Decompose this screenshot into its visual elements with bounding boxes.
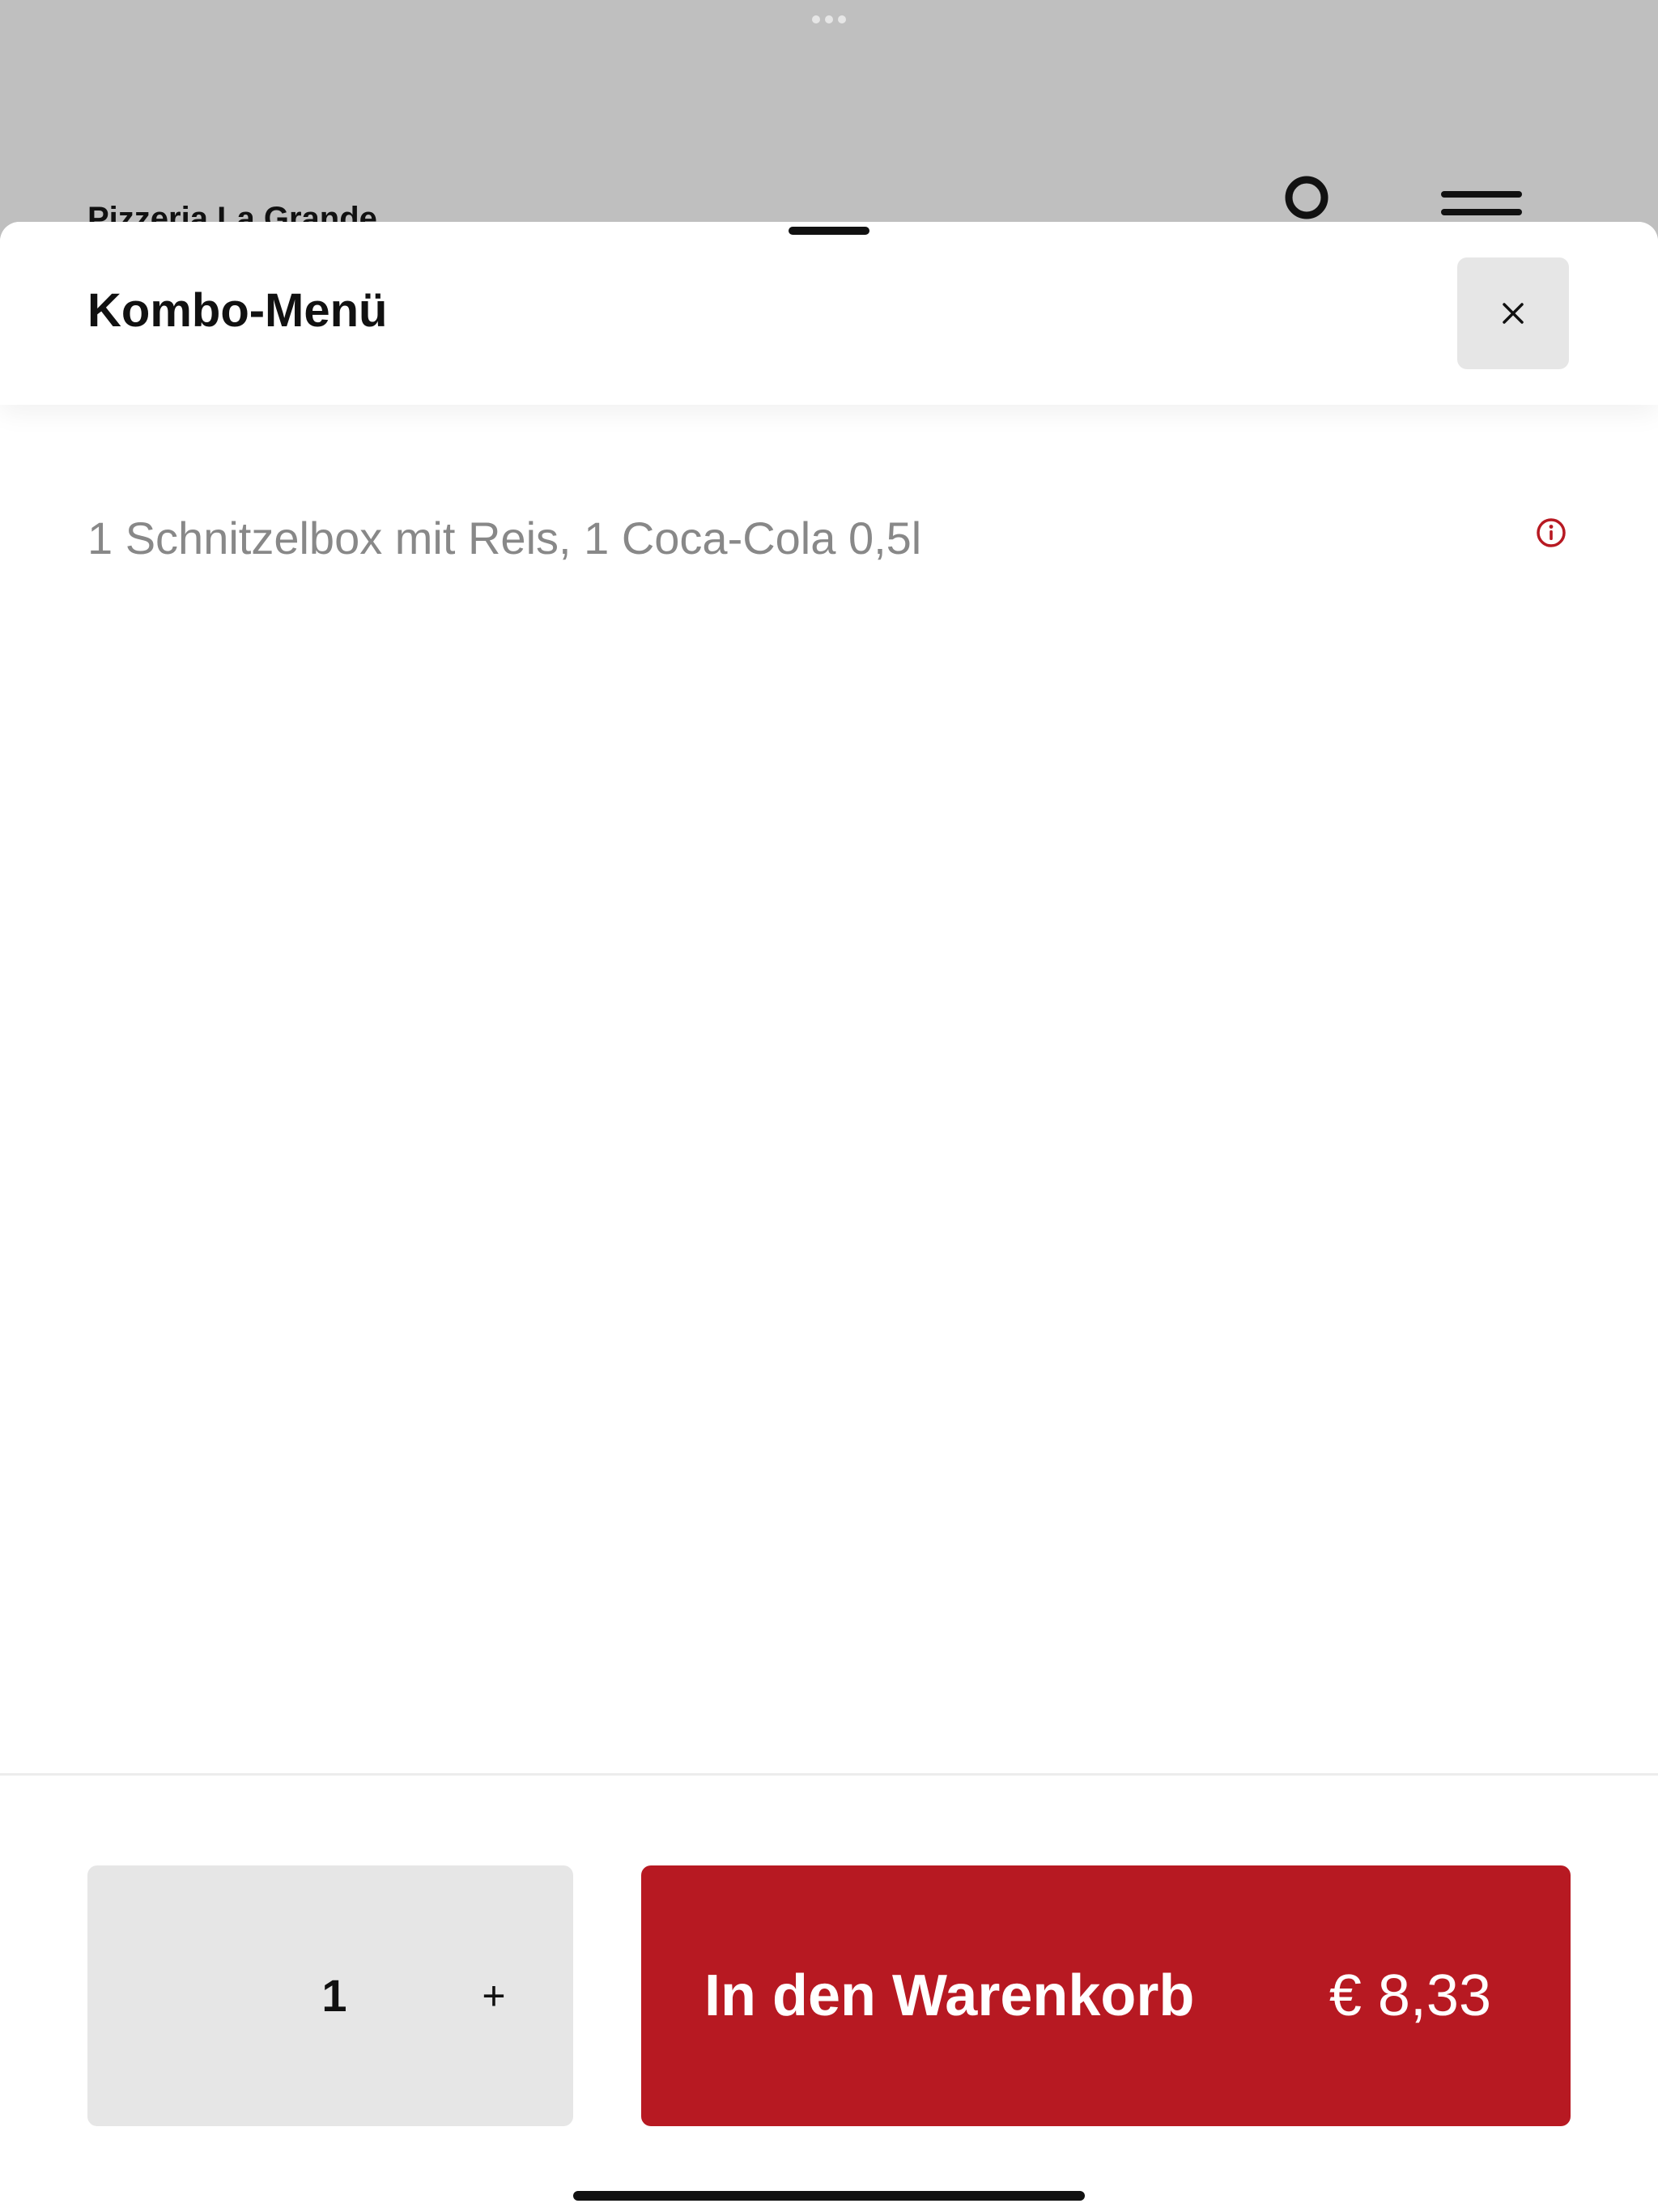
- hamburger-menu-icon: [1441, 191, 1522, 223]
- footer-divider: [0, 1773, 1658, 1776]
- close-button[interactable]: [1457, 257, 1569, 369]
- sheet-grabber[interactable]: [789, 227, 869, 235]
- search-icon: [1285, 176, 1329, 219]
- product-description: 1 Schnitzelbox mit Reis, 1 Coca-Cola 0,5…: [87, 513, 922, 564]
- quantity-value: 1: [321, 1970, 347, 2021]
- product-sheet: Kombo-Menü 1 Schnitzelbox mit Reis, 1 Co…: [0, 222, 1658, 2212]
- multitasking-dots-icon[interactable]: [812, 15, 846, 24]
- sheet-title: Kombo-Menü: [87, 284, 388, 337]
- info-icon[interactable]: [1535, 517, 1567, 549]
- close-icon: [1503, 303, 1524, 324]
- add-to-cart-button[interactable]: In den Warenkorb € 8,33: [641, 1865, 1571, 2126]
- quantity-stepper: 1 +: [87, 1865, 573, 2126]
- price-label: € 8,33: [1329, 1963, 1491, 2028]
- quantity-plus-button[interactable]: +: [453, 1961, 534, 2031]
- sheet-header: Kombo-Menü: [0, 222, 1658, 405]
- add-to-cart-label: In den Warenkorb: [704, 1963, 1195, 2028]
- home-indicator[interactable]: [573, 2191, 1085, 2201]
